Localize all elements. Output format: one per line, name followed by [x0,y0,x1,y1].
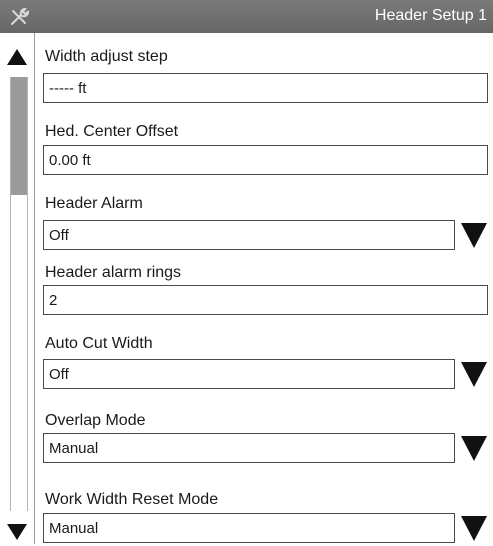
overlap-mode-value: Manual [49,440,99,457]
dropdown-arrow-icon [461,516,487,541]
work-width-reset-mode-label: Work Width Reset Mode [45,491,219,508]
header-alarm-rings-value: 2 [49,292,58,309]
window-title: Header Setup 1 [374,7,487,24]
overlap-mode-dropdown[interactable]: Manual [43,433,455,463]
work-width-reset-mode-value: Manual [49,520,99,537]
header-alarm-dropdown-button[interactable] [457,220,491,250]
auto-cut-width-label: Auto Cut Width [45,335,153,352]
wrench-screwdriver-icon[interactable] [8,6,30,28]
header-alarm-label: Header Alarm [45,195,143,212]
vertical-scrollbar[interactable] [0,33,35,544]
dropdown-arrow-icon [461,223,487,248]
overlap-mode-dropdown-button[interactable] [457,433,491,463]
hed-center-offset-value: 0.00 ft [49,152,91,169]
width-adjust-step-field[interactable]: ----- ft [43,73,488,103]
scroll-track[interactable] [10,77,28,511]
auto-cut-width-value: Off [49,366,69,383]
scroll-up-button[interactable] [4,43,30,71]
scroll-up-arrow-icon [7,49,27,65]
header-alarm-rings-label: Header alarm rings [45,264,182,281]
header-alarm-rings-field[interactable]: 2 [43,285,488,315]
scroll-thumb[interactable] [11,77,27,195]
scroll-down-button[interactable] [4,518,30,546]
work-width-reset-mode-dropdown-button[interactable] [457,513,491,543]
width-adjust-step-label: Width adjust step [45,48,168,65]
header-alarm-value: Off [49,227,69,244]
scroll-down-arrow-icon [7,524,27,540]
work-width-reset-mode-dropdown[interactable]: Manual [43,513,455,543]
dropdown-arrow-icon [461,436,487,461]
header-alarm-dropdown[interactable]: Off [43,220,455,250]
settings-form: Width adjust step ----- ft Hed. Center O… [35,33,493,544]
auto-cut-width-dropdown[interactable]: Off [43,359,455,389]
overlap-mode-label: Overlap Mode [45,412,146,429]
auto-cut-width-dropdown-button[interactable] [457,359,491,389]
title-bar: Header Setup 1 [0,0,493,33]
dropdown-arrow-icon [461,362,487,387]
width-adjust-step-value: ----- ft [49,80,87,97]
hed-center-offset-label: Hed. Center Offset [45,123,179,140]
hed-center-offset-field[interactable]: 0.00 ft [43,145,488,175]
